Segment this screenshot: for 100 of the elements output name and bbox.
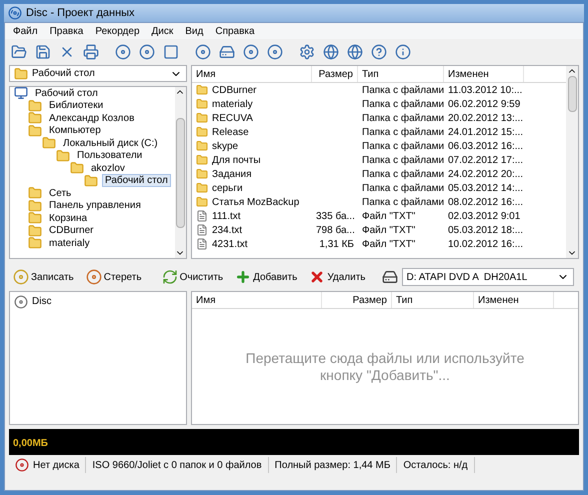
file-name[interactable]: 234.txt	[212, 222, 242, 238]
tree-item[interactable]: CDBurner	[46, 224, 96, 238]
disc-icon	[86, 269, 102, 285]
disc-icon	[14, 294, 28, 308]
toolbar-disc-button[interactable]	[265, 42, 285, 62]
toolbar-button[interactable]: Стереть	[82, 266, 146, 288]
column-header[interactable]: Тип	[358, 66, 444, 82]
toolbar-info-button[interactable]	[393, 42, 413, 62]
folder-icon	[196, 154, 208, 166]
column-header[interactable]: Изменен	[444, 66, 524, 82]
drive-dropdown[interactable]: D: ATAPI DVD A DH20A1L	[402, 268, 574, 286]
toolbar-disc-button[interactable]	[193, 42, 213, 62]
file-size: 335 ба...	[316, 210, 355, 222]
tree-item[interactable]: Корзина	[46, 212, 90, 225]
folder-icon	[28, 224, 42, 238]
tree-item[interactable]: Компьютер	[46, 124, 104, 138]
file-name[interactable]: 111.txt	[212, 208, 241, 224]
file-name[interactable]: 4231.txt	[212, 236, 248, 252]
menu-item[interactable]: Вид	[185, 24, 204, 38]
toolbar-disc-button[interactable]	[113, 42, 133, 62]
disc-icon	[267, 44, 283, 60]
folder-icon	[196, 182, 208, 194]
menu-item[interactable]: Файл	[13, 24, 38, 38]
capacity-reading: 0,00МБ	[12, 437, 49, 451]
folder-icon	[196, 140, 208, 152]
folder-icon	[28, 111, 42, 126]
file-name[interactable]: Задания	[212, 166, 252, 182]
globe-icon	[347, 44, 363, 60]
file-date: 24.02.2012 20:...	[448, 168, 524, 180]
file-name[interactable]: Статья MozBackup	[212, 194, 300, 210]
tree-item[interactable]: Локальный диск (C:)	[60, 136, 161, 150]
file-icon	[196, 238, 208, 250]
globe-icon	[323, 44, 339, 60]
column-header[interactable]: Имя	[192, 66, 312, 82]
folder-icon	[28, 124, 42, 138]
file-name[interactable]: Release	[212, 124, 249, 140]
folder-icon	[28, 236, 42, 250]
menu-item[interactable]: Справка	[215, 24, 255, 38]
file-date: 24.01.2012 15:...	[448, 126, 524, 138]
toolbar-button[interactable]: Добавить	[231, 266, 302, 288]
file-type: Папка с файлами	[362, 168, 444, 180]
toolbar-globe-button[interactable]	[345, 42, 365, 62]
menu-item[interactable]: Рекордер	[95, 24, 140, 38]
file-name[interactable]: Для почты	[212, 152, 261, 168]
column-header[interactable]: Тип	[392, 292, 474, 308]
tree-item[interactable]: Александр Козлов	[46, 112, 138, 125]
file-name[interactable]: materialy	[212, 96, 253, 112]
file-date: 02.03.2012 9:01	[448, 210, 520, 222]
tree-item[interactable]: Библиотеки	[46, 99, 106, 112]
column-header[interactable]: Изменен	[474, 292, 554, 308]
disc-icon	[195, 44, 211, 60]
toolbar-globe-button[interactable]	[321, 42, 341, 62]
location-dropdown[interactable]: Рабочий стол	[9, 65, 187, 82]
toolbar-disc-button[interactable]	[137, 42, 157, 62]
tree-item[interactable]: materialy	[46, 236, 93, 250]
disc-icon	[243, 44, 259, 60]
toolbar-printer-button[interactable]	[81, 42, 101, 62]
file-name[interactable]: CDBurner	[212, 82, 256, 98]
file-type: Папка с файлами	[362, 126, 444, 138]
toolbar-disc-button[interactable]	[241, 42, 261, 62]
column-header[interactable]: Размер	[312, 66, 358, 82]
disc-error-icon	[15, 458, 29, 472]
tree-item[interactable]: akozlov	[88, 162, 128, 175]
column-header[interactable]: Размер	[322, 292, 392, 308]
file-name[interactable]: skype	[212, 138, 238, 154]
file-type: Папка с файлами	[362, 154, 444, 166]
toolbar-button[interactable]: Очистить	[158, 266, 228, 288]
file-name[interactable]: серьги	[212, 180, 243, 196]
info-icon	[395, 44, 411, 60]
plus-icon	[235, 269, 252, 285]
toolbar-button[interactable]: Удалить	[305, 266, 370, 288]
tree-item[interactable]: Пользователи	[74, 149, 146, 162]
cross-icon	[309, 269, 326, 285]
file-type: Папка с файлами	[362, 196, 444, 208]
file-type: Папка с файлами	[362, 98, 444, 110]
folder-icon	[28, 186, 42, 200]
column-header[interactable]: Имя	[192, 292, 322, 308]
folder-icon	[84, 174, 98, 188]
tree-item[interactable]: Disc	[32, 294, 52, 309]
file-size: 1,31 КБ	[319, 238, 354, 250]
file-date: 07.02.2012 17:...	[448, 154, 524, 166]
tree-item[interactable]: Рабочий стол	[32, 87, 101, 100]
disc-icon	[8, 6, 22, 20]
scrollbar[interactable]	[566, 66, 578, 258]
tree-item[interactable]: Сеть	[46, 186, 74, 200]
menu-item[interactable]: Правка	[50, 24, 84, 38]
scroll-thumb[interactable]	[176, 118, 185, 228]
toolbar-help-button[interactable]	[369, 42, 389, 62]
file-type: Папка с файлами	[362, 112, 444, 124]
scrollbar[interactable]	[174, 87, 186, 258]
toolbar-button[interactable]: Записать	[9, 266, 78, 288]
tree-item[interactable]: Рабочий стол	[102, 174, 171, 188]
scroll-thumb[interactable]	[568, 76, 576, 112]
folder-icon	[196, 98, 208, 110]
file-type: Папка с файлами	[362, 182, 444, 194]
file-name[interactable]: RECUVA	[212, 110, 253, 126]
drop-hint: Перетащите сюда файлы или используйте кнопку "Добавить"...	[244, 350, 526, 384]
save-icon	[35, 44, 51, 60]
menu-item[interactable]: Диск	[152, 24, 174, 38]
tree-item[interactable]: Панель управления	[46, 199, 144, 212]
